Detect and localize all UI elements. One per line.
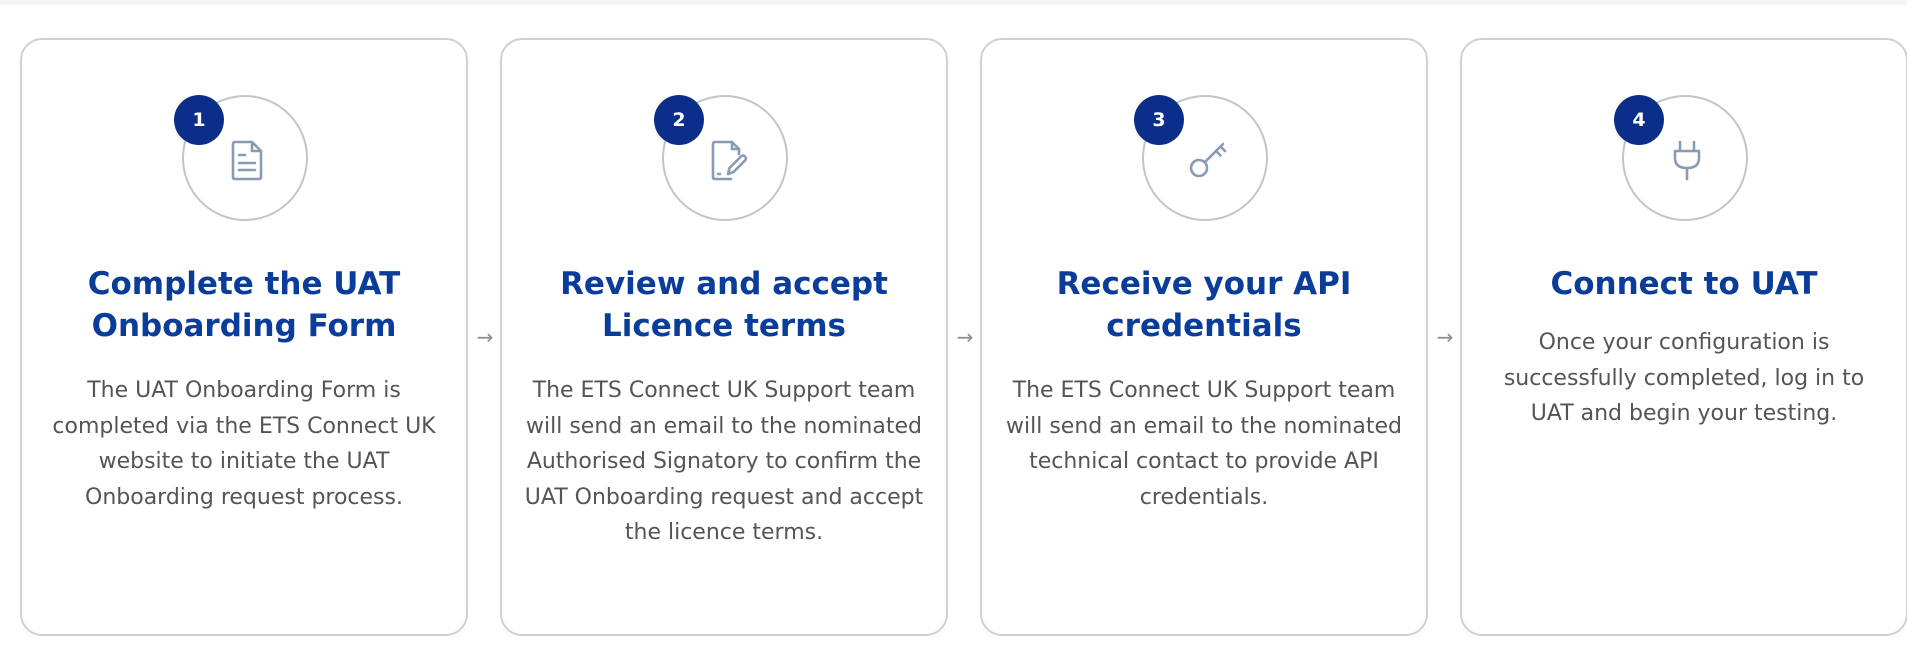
step-1-description: The UAT Onboarding Form is completed via… <box>52 378 436 510</box>
step-2-description: The ETS Connect UK Support team will sen… <box>524 378 924 545</box>
step-card-4: 4 Connect to UAT Once your configuration… <box>1460 38 1907 636</box>
step-connector-arrow: → <box>476 325 494 349</box>
signature-icon <box>711 140 748 181</box>
document-icon <box>231 140 263 181</box>
step-3-description: The ETS Connect UK Support team will sen… <box>1006 378 1402 510</box>
step-4-title: Connect to UAT <box>1550 266 1818 302</box>
step-2-number-badge: 2 <box>654 95 704 145</box>
step-4-number-badge: 4 <box>1614 95 1664 145</box>
key-icon <box>1189 142 1227 178</box>
step-4-description: Once your configuration is successfully … <box>1503 330 1865 426</box>
onboarding-steps: 1 Complete the UAT Onboarding Form The U… <box>0 5 1907 651</box>
step-card-2: 2 Review and accept Licence terms The ET… <box>500 38 948 636</box>
step-3-title: Receive your API credentials <box>1056 266 1352 344</box>
step-card-3: 3 Receive your API credentials The ETS C… <box>980 38 1428 636</box>
plug-icon <box>1673 140 1701 181</box>
step-3-number-badge: 3 <box>1134 95 1184 145</box>
step-connector-arrow: → <box>1436 325 1454 349</box>
step-1-number-badge: 1 <box>174 95 224 145</box>
step-connector-arrow: → <box>956 325 974 349</box>
step-2-title: Review and accept Licence terms <box>560 266 888 344</box>
step-1-title: Complete the UAT Onboarding Form <box>87 266 401 344</box>
step-card-1: 1 Complete the UAT Onboarding Form The U… <box>20 38 468 636</box>
